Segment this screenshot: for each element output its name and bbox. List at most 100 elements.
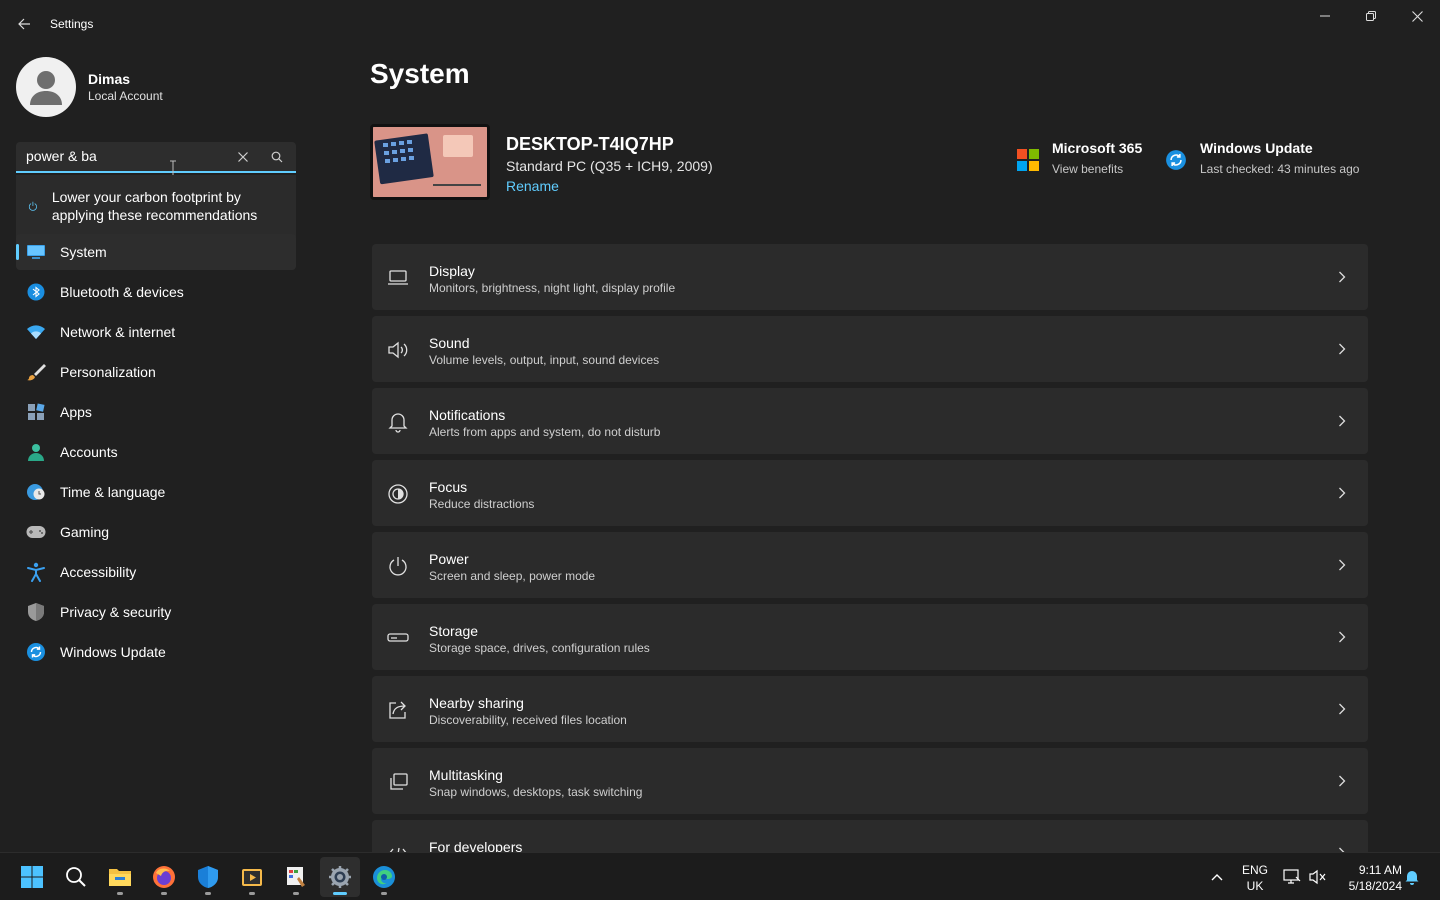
network-tray-button[interactable]	[1282, 853, 1302, 900]
taskbar-firefox[interactable]	[144, 857, 184, 897]
sidebar-item-label: Time & language	[60, 484, 166, 500]
gamepad-icon	[26, 522, 46, 542]
setting-desc: Snap windows, desktops, task switching	[429, 785, 643, 799]
search-suggestion[interactable]: Lower your carbon footprint by applying …	[16, 175, 296, 237]
developer-icon	[386, 842, 410, 852]
search-clear-button[interactable]	[234, 148, 252, 166]
running-indicator	[381, 892, 387, 895]
minimize-button[interactable]	[1302, 0, 1348, 32]
language-region: UK	[1246, 879, 1264, 893]
sidebar-item-apps[interactable]: Apps	[16, 394, 296, 430]
media-player-icon	[242, 869, 262, 886]
close-icon	[1411, 10, 1423, 22]
close-icon	[238, 152, 248, 162]
sidebar-item-label: Accounts	[60, 444, 118, 460]
bell-icon	[386, 410, 410, 434]
restore-icon	[1366, 11, 1376, 21]
minimize-icon	[1320, 15, 1330, 17]
search-input[interactable]	[26, 148, 226, 164]
setting-title: Multitasking	[429, 767, 503, 783]
setting-display[interactable]: Display Monitors, brightness, night ligh…	[372, 244, 1368, 310]
search-button[interactable]	[268, 148, 286, 166]
sidebar-item-system[interactable]: System	[16, 234, 296, 270]
system-icon	[26, 242, 46, 262]
back-button[interactable]	[10, 10, 38, 38]
avatar	[16, 57, 76, 117]
language-indicator[interactable]: ENG UK	[1236, 862, 1274, 894]
brush-icon	[26, 362, 46, 382]
taskbar-settings[interactable]	[320, 857, 360, 897]
person-avatar-icon	[30, 71, 62, 105]
setting-desc: Monitors, brightness, night light, displ…	[429, 281, 676, 295]
sidebar-item-accessibility[interactable]: Accessibility	[16, 554, 296, 590]
close-button[interactable]	[1394, 0, 1440, 32]
sidebar-item-privacy-security[interactable]: Privacy & security	[16, 594, 296, 630]
sidebar-item-label: System	[60, 244, 107, 260]
focus-icon	[386, 482, 410, 506]
tile-title: Windows Update	[1200, 140, 1313, 156]
setting-sound[interactable]: Sound Volume levels, output, input, soun…	[372, 316, 1368, 382]
setting-title: For developers	[429, 839, 523, 852]
chevron-right-icon	[1334, 845, 1350, 852]
user-profile[interactable]: Dimas Local Account	[16, 57, 163, 117]
sidebar-item-bluetooth[interactable]: Bluetooth & devices	[16, 274, 296, 310]
profile-name: Dimas	[88, 71, 131, 87]
sidebar-item-label: Apps	[60, 404, 92, 420]
show-hidden-icons-button[interactable]	[1204, 853, 1230, 900]
settings-search-box[interactable]	[16, 142, 296, 173]
network-monitor-icon	[1283, 869, 1301, 884]
setting-title: Nearby sharing	[429, 695, 524, 711]
chevron-right-icon	[1334, 773, 1350, 789]
setting-for-developers[interactable]: For developers	[372, 820, 1368, 852]
taskbar-search-button[interactable]	[56, 857, 96, 897]
start-button[interactable]	[12, 857, 52, 897]
multitask-icon	[386, 770, 410, 794]
speaker-icon	[386, 338, 410, 362]
setting-focus[interactable]: Focus Reduce distractions	[372, 460, 1368, 526]
device-info: DESKTOP-T4IQ7HP Standard PC (Q35 + ICH9,…	[370, 122, 1010, 202]
notification-center-button[interactable]	[1402, 853, 1422, 900]
sidebar-item-accounts[interactable]: Accounts	[16, 434, 296, 470]
update-icon	[26, 642, 46, 662]
defender-icon	[198, 866, 218, 888]
chevron-right-icon	[1334, 269, 1350, 285]
app-title: Settings	[50, 17, 94, 31]
taskbar-edge[interactable]	[364, 857, 404, 897]
setting-notifications[interactable]: Notifications Alerts from apps and syste…	[372, 388, 1368, 454]
setting-desc: Volume levels, output, input, sound devi…	[429, 353, 660, 367]
setting-desc: Screen and sleep, power mode	[429, 569, 596, 583]
taskbar-defender[interactable]	[188, 857, 228, 897]
taskbar-media-player[interactable]	[232, 857, 272, 897]
maximize-button[interactable]	[1348, 0, 1394, 32]
storage-icon	[386, 626, 410, 650]
chevron-right-icon	[1334, 629, 1350, 645]
setting-multitasking[interactable]: Multitasking Snap windows, desktops, tas…	[372, 748, 1368, 814]
microsoft-365-tile[interactable]: Microsoft 365 View benefits	[1016, 140, 1142, 176]
chevron-up-icon	[1211, 874, 1223, 881]
setting-power[interactable]: Power Screen and sleep, power mode	[372, 532, 1368, 598]
volume-tray-button[interactable]	[1308, 853, 1328, 900]
sidebar-item-gaming[interactable]: Gaming	[16, 514, 296, 550]
rename-link[interactable]: Rename	[506, 178, 559, 194]
sidebar-item-time-language[interactable]: Time & language	[16, 474, 296, 510]
setting-title: Display	[429, 263, 475, 279]
windows-update-tile[interactable]: Windows Update Last checked: 43 minutes …	[1164, 140, 1359, 176]
sidebar-item-personalization[interactable]: Personalization	[16, 354, 296, 390]
profile-account-type: Local Account	[88, 89, 163, 103]
sidebar-item-windows-update[interactable]: Windows Update	[16, 634, 296, 670]
search-icon	[271, 151, 283, 163]
setting-nearby-sharing[interactable]: Nearby sharing Discoverability, received…	[372, 676, 1368, 742]
edge-icon	[373, 866, 395, 888]
taskbar-paint[interactable]	[276, 857, 316, 897]
taskbar-clock[interactable]: 9:11 AM 5/18/2024	[1336, 862, 1402, 894]
setting-title: Power	[429, 551, 469, 567]
apps-icon	[26, 402, 46, 422]
taskbar-file-explorer[interactable]	[100, 857, 140, 897]
device-spec: Standard PC (Q35 + ICH9, 2009)	[506, 158, 713, 174]
sidebar-item-label: Privacy & security	[60, 604, 172, 620]
power-icon	[386, 554, 410, 578]
firefox-icon	[153, 866, 175, 888]
sidebar-item-network[interactable]: Network & internet	[16, 314, 296, 350]
setting-storage[interactable]: Storage Storage space, drives, configura…	[372, 604, 1368, 670]
microsoft-logo-icon	[1016, 148, 1040, 172]
